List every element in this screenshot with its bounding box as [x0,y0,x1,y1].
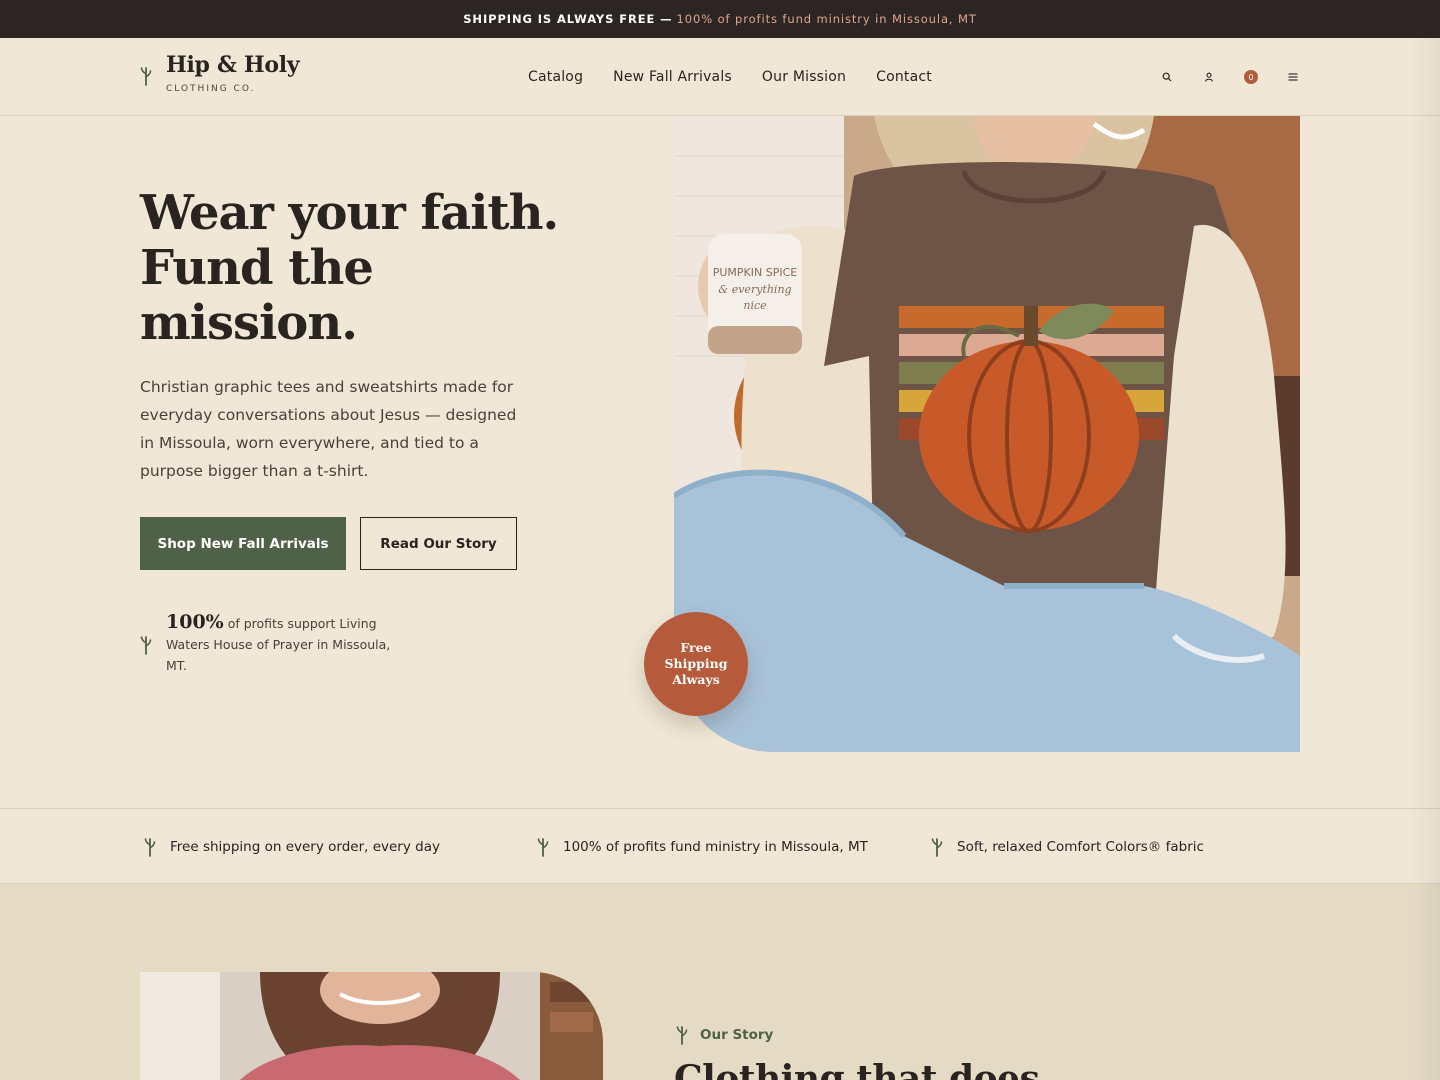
read-our-story-button[interactable]: Read Our Story [360,517,517,570]
mug-text-3: nice [743,299,767,312]
cart-count-badge: 0 [1244,70,1258,84]
feature-text: 100% of profits fund ministry in Missoul… [563,839,868,855]
profit-stat: 100% of profits support Living Waters Hou… [140,612,410,676]
sprig-icon [537,838,549,857]
sprig-icon [144,838,156,857]
story-title: Clothing that does [674,1058,1040,1080]
announcement-bold: SHIPPING IS ALWAYS FREE — [463,12,673,26]
header-icons: 0 [1160,38,1300,116]
feature-text: Free shipping on every order, every day [170,839,440,855]
mug-text-2: & everything [718,283,791,296]
sprig-icon [140,67,152,86]
hero-title-line-2: Fund the [140,240,374,296]
site-header: Hip & Holy CLOTHING CO. Catalog New Fall… [0,38,1440,116]
feature-item: Soft, relaxed Comfort Colors® fabric [931,809,1204,885]
badge-line-2: Shipping [664,656,728,671]
free-shipping-badge: Free Shipping Always [644,612,748,716]
features-band: Free shipping on every order, every day … [0,808,1440,884]
feature-item: 100% of profits fund ministry in Missoul… [537,809,868,885]
badge-line-1: Free [680,640,712,655]
hero-description: Christian graphic tees and sweatshirts m… [140,378,517,480]
mug-text-1: PUMPKIN SPICE [713,266,798,279]
story-image [140,972,603,1080]
feature-text: Soft, relaxed Comfort Colors® fabric [957,839,1204,855]
hero-title: Wear your faith. Fund the mission. [140,186,580,351]
sprig-icon [676,1026,688,1045]
hero-title-line-3: mission. [140,295,358,351]
stat-number: 100% [166,611,224,633]
logo[interactable]: Hip & Holy CLOTHING CO. [140,52,300,94]
feature-item: Free shipping on every order, every day [144,809,440,885]
menu-icon[interactable] [1286,70,1300,84]
logo-subtitle: CLOTHING CO. [166,84,256,94]
cart-icon[interactable]: 0 [1244,70,1258,84]
nav-catalog[interactable]: Catalog [528,69,583,85]
story-eyebrow: Our Story [676,1024,773,1046]
hero-image: PUMPKIN SPICE & everything nice [674,116,1300,752]
story-eyebrow-text: Our Story [700,1027,774,1043]
badge-line-3: Always [672,672,720,687]
nav-contact[interactable]: Contact [876,69,932,85]
sprig-icon [931,838,943,857]
hero-title-line-1: Wear your faith. [140,185,559,241]
search-icon[interactable] [1160,70,1174,84]
account-icon[interactable] [1202,70,1216,84]
main-nav: Catalog New Fall Arrivals Our Mission Co… [528,38,932,116]
nav-our-mission[interactable]: Our Mission [762,69,846,85]
nav-new-fall-arrivals[interactable]: New Fall Arrivals [613,69,732,85]
logo-name: Hip & Holy [166,52,300,78]
sprig-icon [140,636,152,655]
announcement-accent: 100% of profits fund ministry in Missoul… [676,12,977,26]
shop-new-fall-arrivals-button[interactable]: Shop New Fall Arrivals [140,517,346,570]
announcement-bar: SHIPPING IS ALWAYS FREE — 100% of profit… [0,0,1440,38]
